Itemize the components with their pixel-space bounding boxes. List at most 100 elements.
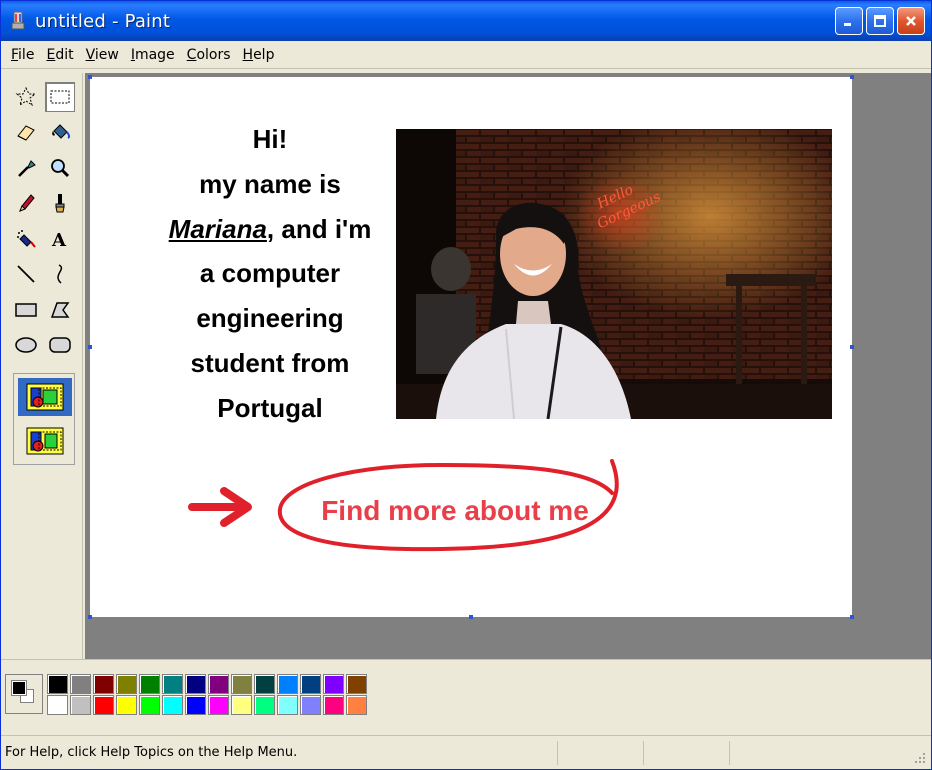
color-swatch[interactable] (323, 674, 344, 694)
intro-text: Hi! my name is Mariana, and i'm a comput… (120, 117, 420, 431)
pencil-tool[interactable] (9, 186, 43, 222)
color-swatch[interactable] (346, 695, 367, 715)
color-swatch[interactable] (231, 674, 252, 694)
airbrush-tool[interactable] (9, 221, 43, 257)
color-swatch[interactable] (47, 695, 68, 715)
menu-view[interactable]: View (80, 45, 125, 65)
transparent-background-option[interactable] (18, 422, 72, 460)
svg-text:A: A (51, 230, 67, 250)
paint-app-icon[interactable] (7, 10, 29, 32)
resize-handle-bottom-left (88, 615, 92, 619)
maximize-button[interactable] (866, 7, 894, 35)
menu-edit[interactable]: Edit (40, 45, 79, 65)
resize-handle-right[interactable] (850, 345, 854, 349)
resize-handle-left (88, 345, 92, 349)
fill-bucket-tool[interactable] (43, 115, 77, 151)
magnifier-tool[interactable] (43, 150, 77, 186)
color-swatch[interactable] (277, 674, 298, 694)
curve-tool[interactable] (43, 257, 77, 293)
drawing-canvas[interactable]: Hi! my name is Mariana, and i'm a comput… (90, 77, 852, 617)
ellipse-tool[interactable] (9, 328, 43, 364)
maximize-icon (874, 15, 886, 27)
color-swatch[interactable] (254, 695, 275, 715)
resize-handle-top-right (850, 75, 854, 79)
polygon-icon (50, 302, 70, 318)
color-swatch[interactable] (346, 674, 367, 694)
eraser-icon (17, 125, 35, 141)
color-swatch[interactable] (300, 695, 321, 715)
pencil-icon (19, 194, 35, 213)
close-button[interactable] (897, 7, 925, 35)
tool-options (13, 373, 75, 465)
color-swatch[interactable] (70, 674, 91, 694)
color-swatch[interactable] (139, 674, 160, 694)
foreground-color (11, 680, 27, 696)
brush-tool[interactable] (43, 186, 77, 222)
intro-line: my name is (199, 168, 341, 199)
eraser-tool[interactable] (9, 115, 43, 151)
menu-image[interactable]: Image (125, 45, 181, 65)
color-swatch[interactable] (116, 695, 137, 715)
resize-handle-bottom[interactable] (469, 615, 473, 619)
status-coordinates (557, 740, 643, 765)
color-swatch[interactable] (254, 674, 275, 694)
color-swatches (47, 674, 367, 715)
intro-line: student from (190, 347, 350, 378)
resize-handle-bottom-right[interactable] (850, 615, 854, 619)
status-selection-size (643, 740, 729, 765)
status-help-text: For Help, click Help Topics on the Help … (5, 745, 298, 760)
menu-colors[interactable]: Colors (181, 45, 237, 65)
color-swatch[interactable] (208, 695, 229, 715)
close-icon (906, 16, 916, 26)
window-title: untitled - Paint (35, 10, 171, 32)
brush-icon (55, 194, 65, 213)
opaque-background-option[interactable] (18, 378, 72, 416)
menu-help[interactable]: Help (237, 45, 281, 65)
line-tool[interactable] (9, 257, 43, 293)
paint-window: untitled - Paint File Edit View Image Co… (0, 0, 932, 770)
color-swatch[interactable] (185, 695, 206, 715)
intro-line: Mariana, and i'm (120, 207, 420, 252)
color-swatch[interactable] (208, 674, 229, 694)
polygon-tool[interactable] (43, 292, 77, 328)
airbrush-icon (17, 229, 36, 248)
resize-grip-icon[interactable] (913, 751, 927, 765)
intro-line: Hi! (252, 124, 288, 154)
curve-icon (57, 264, 63, 284)
find-more-about-me-link[interactable]: Find more about me (300, 495, 610, 527)
canvas-area[interactable]: Hi! my name is Mariana, and i'm a comput… (85, 73, 931, 659)
color-swatch[interactable] (116, 674, 137, 694)
minimize-button[interactable] (835, 7, 863, 35)
color-swatch[interactable] (70, 695, 91, 715)
free-form-select-icon (15, 86, 37, 106)
color-swatch[interactable] (93, 674, 114, 694)
intro-line: Portugal (217, 392, 323, 423)
color-swatch[interactable] (300, 674, 321, 694)
text-tool[interactable]: A (43, 221, 77, 257)
free-form-select-tool[interactable] (9, 79, 43, 115)
color-picker-tool[interactable] (9, 150, 43, 186)
rectangle-select-icon (50, 90, 70, 104)
ellipse-icon (15, 337, 37, 353)
color-swatch[interactable] (231, 695, 252, 715)
color-swatch[interactable] (162, 674, 183, 694)
rounded-rectangle-tool[interactable] (43, 328, 77, 364)
color-swatch[interactable] (93, 695, 114, 715)
color-swatch[interactable] (139, 695, 160, 715)
rectangle-tool[interactable] (9, 292, 43, 328)
profile-photo: Hello Gorgeous (396, 129, 832, 419)
red-arrow-icon (188, 487, 252, 527)
transparent-selection-icon (26, 427, 64, 455)
opaque-selection-icon (26, 383, 64, 411)
title-bar[interactable]: untitled - Paint (1, 1, 931, 41)
color-swatch[interactable] (277, 695, 298, 715)
rectangle-select-tool[interactable] (45, 81, 75, 112)
text-icon: A (51, 230, 67, 250)
color-swatch[interactable] (323, 695, 344, 715)
color-swatch[interactable] (185, 674, 206, 694)
intro-after-name: , and i'm (266, 213, 372, 244)
current-colors-indicator[interactable] (5, 674, 43, 714)
color-swatch[interactable] (162, 695, 183, 715)
menu-file[interactable]: File (5, 45, 40, 65)
color-swatch[interactable] (47, 674, 68, 694)
